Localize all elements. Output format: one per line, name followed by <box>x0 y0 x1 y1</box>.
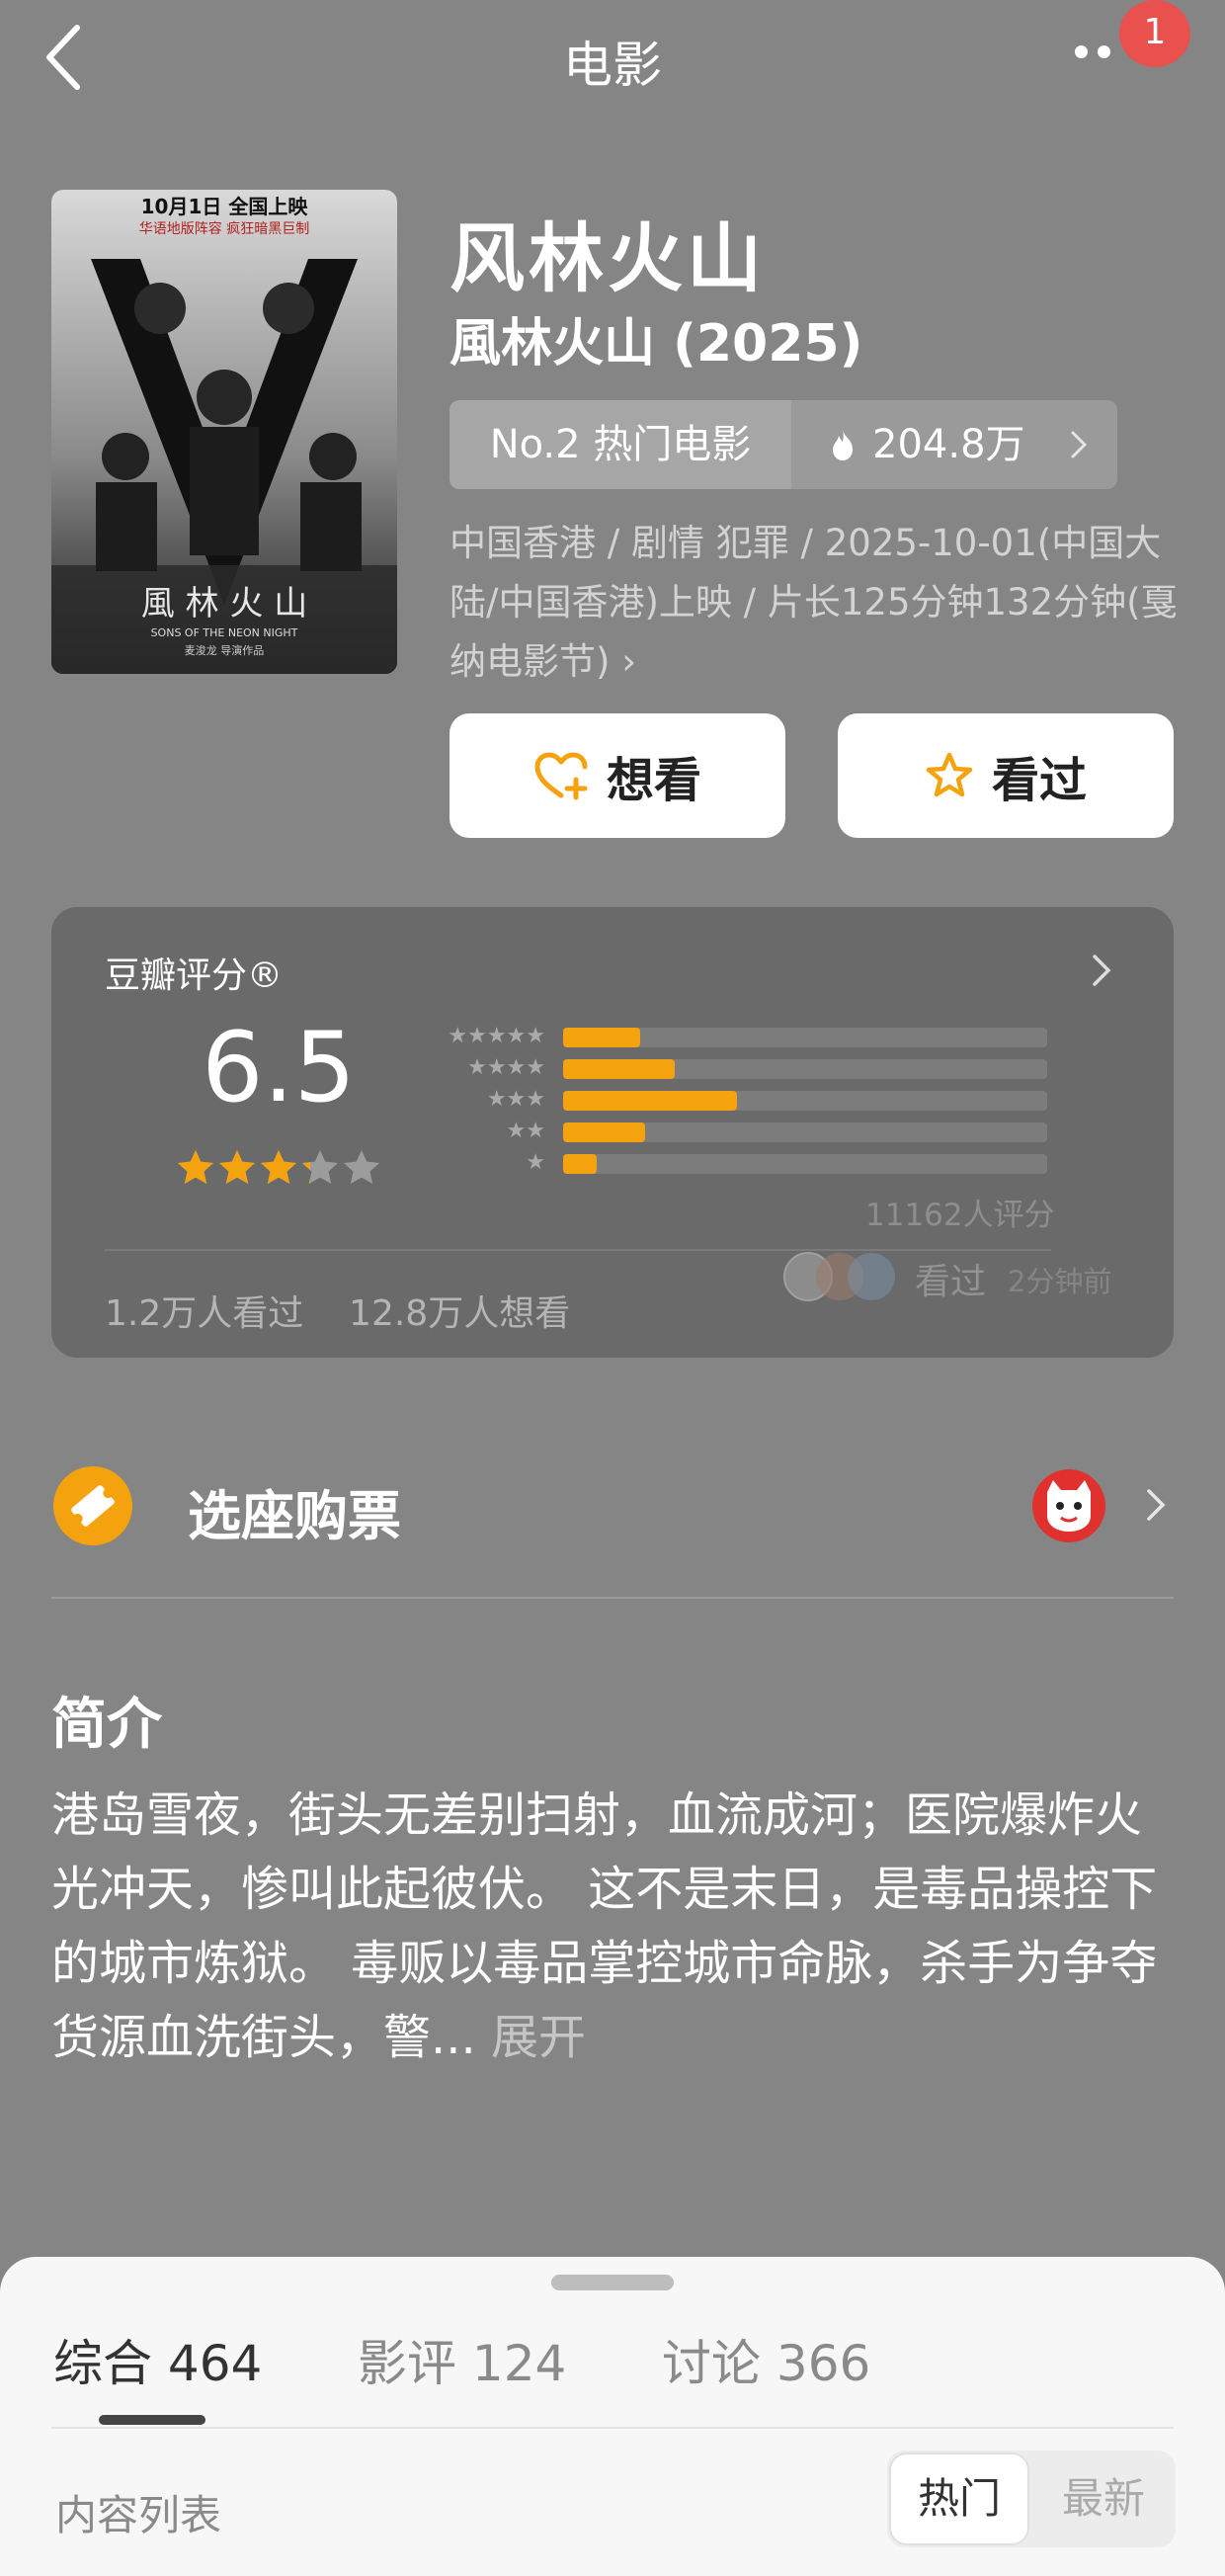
rating-bar-fill <box>563 1059 675 1079</box>
heart-plus-icon <box>534 752 588 800</box>
star-outline-icon <box>926 752 973 797</box>
fire-icon <box>833 430 853 460</box>
rating-bar-fill <box>563 1028 641 1047</box>
rating-star-icon <box>219 1150 255 1184</box>
hot-count: 204.8万 <box>872 422 1025 467</box>
rating-bar-fill <box>563 1091 738 1111</box>
divider <box>105 1249 1051 1251</box>
rating-score: 6.5 <box>202 1012 356 1124</box>
tab-discussions[interactable]: 讨论 366 <box>662 2324 870 2395</box>
rating-star-icon <box>261 1150 296 1184</box>
poster-tagline: 华语地版阵容 疯狂暗黑巨制 <box>139 220 309 237</box>
rating-bar-stars: ★★★★★ <box>448 1024 545 1048</box>
watch-stats: 1.2万人看过 12.8万人想看 <box>105 1285 570 1336</box>
active-tab-indicator <box>99 2415 205 2425</box>
rating-star-icon <box>178 1150 213 1184</box>
want-count: 12.8万人想看 <box>349 1293 571 1334</box>
page-title: 电影 <box>563 37 662 94</box>
synopsis-title: 简介 <box>51 1693 162 1757</box>
rating-bar-fill <box>563 1154 598 1174</box>
friend-avatars <box>783 1252 895 1301</box>
rating-bar-stars: ★ <box>526 1150 545 1175</box>
rating-count: 11162人评分 <box>865 1198 1055 1233</box>
rating-bar-track <box>563 1028 1047 1047</box>
rating-bar-stars: ★★★★ <box>467 1055 545 1080</box>
buy-tickets-label[interactable]: 选座购票 <box>188 1472 401 1550</box>
sort-newest-button[interactable]: 最新 <box>1029 2452 1178 2545</box>
rating-bar-track <box>563 1154 1047 1174</box>
drag-handle[interactable] <box>551 2275 674 2290</box>
seen-time: 2分钟前 <box>1008 1265 1112 1298</box>
rating-bar-stars: ★★★ <box>486 1087 545 1112</box>
divider <box>51 2427 1174 2429</box>
rating-star-icon <box>302 1150 338 1184</box>
rating-bar-fill <box>563 1122 646 1142</box>
want-label: 想看 <box>606 753 701 808</box>
tab-overall[interactable]: 综合 464 <box>53 2324 262 2395</box>
hot-index: 204.8万 <box>791 400 1117 489</box>
expand-link[interactable]: 展开 <box>476 2010 586 2065</box>
seen-label: 看过 <box>991 753 1087 808</box>
rating-star-icon <box>344 1150 379 1184</box>
poster-director-credit: 麦浚龙 导演作品 <box>185 643 265 657</box>
chevron-right-icon[interactable] <box>1146 1488 1166 1522</box>
tab-reviews[interactable]: 影评 124 <box>358 2324 566 2395</box>
poster-art: 10月1日 全国上映 华语地版阵容 疯狂暗黑巨制 風 林 火 山 SONS OF… <box>51 190 397 674</box>
more-options-icon[interactable] <box>1075 43 1120 62</box>
rating-bar-track <box>563 1059 1047 1079</box>
rank-label: No.2 热门电影 <box>449 400 791 489</box>
movie-poster[interactable]: 10月1日 全国上映 华语地版阵容 疯狂暗黑巨制 風 林 火 山 SONS OF… <box>51 190 397 674</box>
rating-bar-track <box>563 1122 1047 1142</box>
poster-release-text: 10月1日 全国上映 <box>141 195 309 218</box>
rating-source-label: 豆瓣评分® <box>105 956 284 996</box>
ticket-icon <box>53 1466 132 1545</box>
ranking-pill[interactable]: No.2 热门电影 204.8万 <box>449 400 1117 489</box>
rating-bar-stars: ★★ <box>506 1119 545 1143</box>
sort-hot-button[interactable]: 热门 <box>889 2452 1029 2545</box>
notification-badge: 1 <box>1119 0 1190 67</box>
rating-stars <box>178 1150 379 1184</box>
watched-count: 1.2万人看过 <box>105 1293 304 1334</box>
poster-english-title: SONS OF THE NEON NIGHT <box>151 626 298 639</box>
poster-title-art: 風 林 火 山 <box>141 584 307 623</box>
content-list-label: 内容列表 <box>55 2491 222 2539</box>
synopsis-text: 港岛雪夜，街头无差别扫射，血流成河；医院爆炸火光冲天，惨叫此起彼伏。 这不是末日… <box>51 1779 1187 2075</box>
watched-button[interactable]: 看过 <box>838 713 1174 838</box>
chevron-right-icon <box>1071 431 1088 458</box>
movie-meta-info[interactable]: 中国香港 / 剧情 犯罪 / 2025-10-01(中国大陆/中国香港)上映 /… <box>449 514 1181 692</box>
movie-original-title: 風林火山 (2025) <box>449 314 863 374</box>
seen-by-label: 看过 <box>915 1262 987 1302</box>
maoyan-cat-logo-icon[interactable] <box>1031 1468 1106 1543</box>
chevron-right-icon[interactable] <box>1091 953 1112 988</box>
movie-title: 风林火山 <box>449 214 766 302</box>
rating-bar-track <box>563 1091 1047 1111</box>
want-to-watch-button[interactable]: 想看 <box>449 713 785 838</box>
divider <box>51 1597 1174 1599</box>
synopsis-body: 港岛雪夜，街头无差别扫射，血流成河；医院爆炸火光冲天，惨叫此起彼伏。 这不是末日… <box>51 1787 1158 2065</box>
